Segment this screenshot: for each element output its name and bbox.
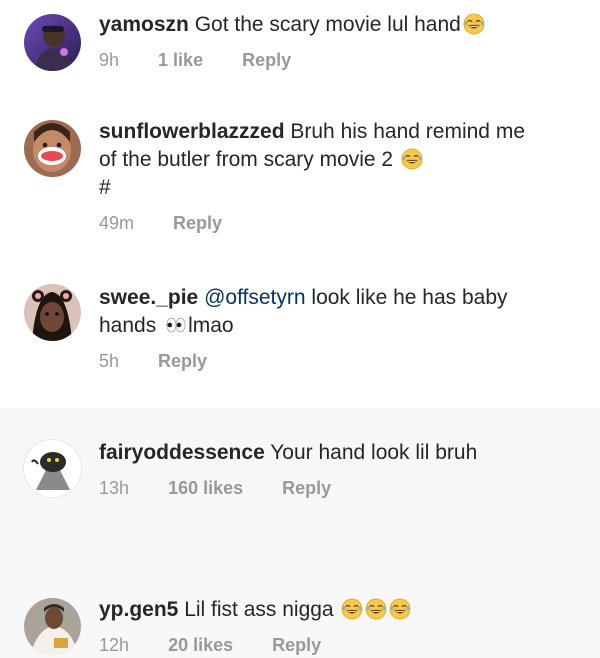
timestamp: 12h — [99, 635, 130, 655]
comment-meta: 49m Reply — [99, 212, 576, 234]
comment-text: yp.gen5 Lil fist ass nigga — [99, 596, 576, 624]
comment-item: fairyoddessence Your hand look lil bruh … — [0, 408, 600, 556]
avatar[interactable] — [24, 284, 81, 341]
comment-meta: 13h 160 likes Reply — [99, 477, 576, 499]
reply-button[interactable]: Reply — [173, 212, 222, 234]
comment-meta: 9h 1 like Reply — [99, 49, 576, 71]
comment-body: Got the scary movie lul hand — [194, 13, 461, 36]
comment-meta: 12h 20 likes Reply — [99, 634, 576, 656]
eyes-emoji-icon — [164, 314, 188, 336]
comment-text: fairyoddessence Your hand look lil bruh — [99, 439, 576, 467]
timestamp: 13h — [99, 478, 130, 498]
comment-item: swee._pie @offsetyrn look like he has ba… — [0, 258, 600, 408]
comment-item: yp.gen5 Lil fist ass nigga 12h 20 likes … — [0, 556, 600, 658]
likes-count[interactable]: 1 like — [158, 49, 203, 71]
comment-text: sunflowerblazzzed Bruh his hand remind m… — [99, 118, 576, 202]
tears-of-joy-emoji-icon — [401, 148, 423, 170]
comment-body: Lil fist ass nigga — [184, 598, 334, 621]
username[interactable]: yp.gen5 — [99, 598, 178, 621]
username[interactable]: sunflowerblazzzed — [99, 120, 285, 143]
timestamp: 5h — [99, 351, 120, 371]
comment-text: yamoszn Got the scary movie lul hand — [99, 11, 576, 39]
avatar[interactable] — [24, 120, 81, 177]
comment-body-line2: of the butler from scary movie 2 — [99, 148, 394, 171]
mention-link[interactable]: @offsetyrn — [204, 286, 305, 309]
reply-button[interactable]: Reply — [158, 350, 207, 372]
avatar[interactable] — [24, 14, 81, 71]
comment-item: yamoszn Got the scary movie lul hand 9h … — [0, 0, 600, 100]
tears-of-joy-emoji-icon — [341, 598, 363, 620]
tears-of-joy-emoji-icon — [463, 13, 485, 35]
timestamp: 9h — [99, 50, 120, 70]
comment-body-line1: look like he has baby — [311, 286, 508, 309]
username[interactable]: fairyoddessence — [99, 441, 265, 464]
reply-button[interactable]: Reply — [272, 634, 321, 656]
comment-meta: 5h Reply — [99, 350, 576, 372]
likes-count[interactable]: 160 likes — [168, 477, 243, 499]
hashtag-text: # — [99, 176, 111, 199]
comment-body-line1: Bruh his hand remind me — [290, 120, 525, 143]
avatar[interactable] — [24, 598, 81, 655]
tears-of-joy-emoji-icon — [389, 598, 411, 620]
reply-button[interactable]: Reply — [282, 477, 331, 499]
comment-body-line2: hands — [99, 314, 157, 337]
reply-button[interactable]: Reply — [242, 49, 291, 71]
avatar[interactable] — [24, 440, 81, 497]
likes-count[interactable]: 20 likes — [168, 634, 233, 656]
comment-text: swee._pie @offsetyrn look like he has ba… — [99, 284, 576, 340]
username[interactable]: yamoszn — [99, 13, 189, 36]
comment-body: Your hand look lil bruh — [270, 441, 478, 464]
tears-of-joy-emoji-icon — [365, 598, 387, 620]
comment-item: sunflowerblazzzed Bruh his hand remind m… — [0, 100, 600, 258]
comment-body-line2-end: lmao — [188, 314, 234, 337]
timestamp: 49m — [99, 213, 135, 233]
username[interactable]: swee._pie — [99, 286, 198, 309]
